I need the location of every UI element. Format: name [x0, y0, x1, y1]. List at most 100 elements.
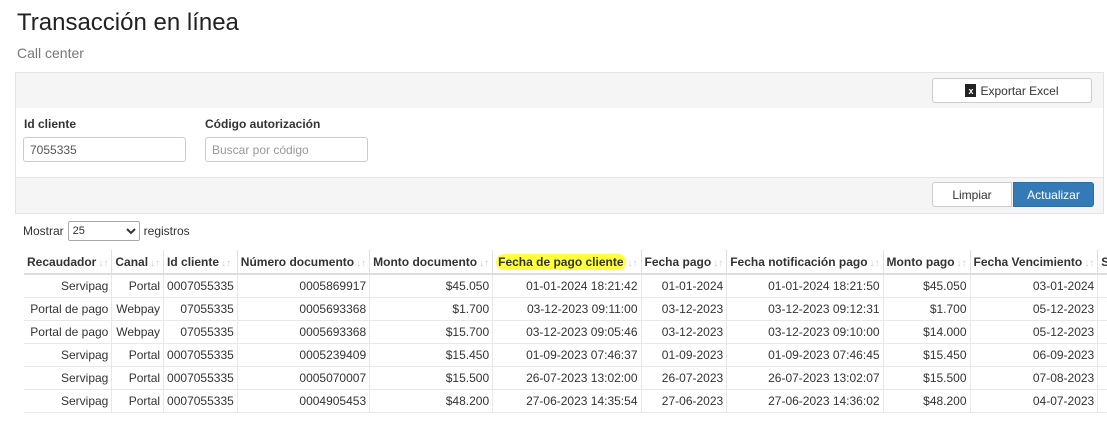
- table-cell: 03-01-2024: [970, 274, 1099, 298]
- table-cell: $15.500: [883, 366, 971, 390]
- column-header-highlighted[interactable]: Fecha de pago cliente ↓↑: [492, 250, 642, 275]
- column-header-label: Id cliente: [167, 254, 220, 269]
- table-cell: 03-12-2023 09:12:31: [726, 297, 884, 321]
- table-cell: 0007055335: [163, 274, 238, 298]
- table-row: Portal de pago Webpay 07055335 0005693368 $1…: [24, 320, 1107, 344]
- table-cell: Portal: [111, 366, 165, 390]
- sort-icon: ↓↑: [150, 257, 161, 269]
- column-header[interactable]: Fecha notificación pago ↓↑: [726, 250, 884, 275]
- column-header-label: Monto pago: [886, 254, 955, 269]
- table-cell: [1097, 366, 1107, 390]
- table-cell: 26-07-2023: [641, 366, 728, 390]
- sort-icon: ↓↑: [221, 257, 232, 269]
- table-cell: 0005239409: [237, 343, 371, 367]
- table-cell: Portal de pago: [24, 320, 113, 344]
- export-excel-button[interactable]: x Exportar Excel: [932, 78, 1092, 103]
- table-cell: 05-12-2023: [970, 320, 1099, 344]
- table-cell: Portal de pago: [24, 297, 113, 321]
- table-row: Servipag Portal 0007055335 0005239409 $15.45…: [24, 343, 1107, 367]
- column-header-label: Recaudador: [27, 254, 97, 269]
- column-header[interactable]: Id cliente ↓↑: [163, 250, 238, 275]
- column-header[interactable]: S: [1097, 250, 1107, 275]
- table-cell: 0007055335: [163, 343, 238, 367]
- table-row: Portal de pago Webpay 07055335 0005693368 $1…: [24, 297, 1107, 321]
- table-cell: 06-09-2023: [970, 343, 1099, 367]
- table-cell: $15.700: [369, 320, 494, 344]
- table-cell: 01-09-2023: [641, 343, 728, 367]
- table-cell: 27-06-2023 14:35:54: [492, 389, 642, 413]
- table-cell: 01-01-2024: [641, 274, 728, 298]
- column-header[interactable]: Monto documento ↓↑: [369, 250, 494, 275]
- table-cell: $45.050: [883, 274, 971, 298]
- column-header[interactable]: Número documento ↓↑: [237, 250, 371, 275]
- table-cell: Webpay: [111, 320, 165, 344]
- table-cell: 03-12-2023: [641, 297, 728, 321]
- column-header-label: Fecha pago: [644, 254, 712, 269]
- table-cell: $45.050: [369, 274, 494, 298]
- export-excel-label: Exportar Excel: [980, 83, 1059, 98]
- column-header-label: Fecha Vencimiento: [973, 254, 1083, 269]
- table-cell: 05-12-2023: [970, 297, 1099, 321]
- table-cell: Servipag: [24, 274, 113, 298]
- table-cell: $14.000: [883, 320, 971, 344]
- table-cell: Webpay: [111, 297, 165, 321]
- table-cell: 0005869917: [237, 274, 371, 298]
- transactions-table: Recaudador ↓↑ Canal ↓↑ Id cliente ↓↑ Número…: [24, 250, 1107, 413]
- codigo-autorizacion-input[interactable]: [205, 137, 368, 162]
- codigo-autorizacion-label: Código autorización: [205, 117, 321, 131]
- table-cell: 01-09-2023 07:46:37: [492, 343, 642, 367]
- id-cliente-label: Id cliente: [24, 117, 77, 131]
- table-cell: 07-08-2023: [970, 366, 1099, 390]
- table-cell: Portal: [111, 343, 165, 367]
- page-title: Transacción en línea: [17, 9, 239, 36]
- table-cell: $48.200: [883, 389, 971, 413]
- sort-icon: ↓↑: [627, 257, 638, 269]
- refresh-button[interactable]: Actualizar: [1013, 182, 1094, 207]
- column-header[interactable]: Canal ↓↑: [111, 250, 165, 275]
- column-header[interactable]: Recaudador ↓↑: [24, 250, 113, 275]
- id-cliente-input[interactable]: [23, 137, 186, 162]
- table-cell: 03-12-2023: [641, 320, 728, 344]
- table-cell: [1097, 274, 1107, 298]
- table-cell: 03-12-2023 09:05:46: [492, 320, 642, 344]
- table-cell: [1097, 297, 1107, 321]
- table-cell: Servipag: [24, 343, 113, 367]
- table-cell: [1097, 389, 1107, 413]
- sort-icon: ↓↑: [956, 257, 967, 269]
- table-header-row: Recaudador ↓↑ Canal ↓↑ Id cliente ↓↑ Número…: [24, 250, 1107, 275]
- table-cell: 01-01-2024 18:21:50: [726, 274, 884, 298]
- clear-button[interactable]: Limpiar: [932, 182, 1012, 207]
- column-header-label: Fecha notificación pago: [730, 254, 868, 269]
- table-cell: 03-12-2023 09:11:00: [492, 297, 642, 321]
- table-cell: $15.450: [369, 343, 494, 367]
- table-cell: 27-06-2023: [641, 389, 728, 413]
- table-cell: 26-07-2023 13:02:07: [726, 366, 884, 390]
- column-header[interactable]: Fecha Vencimiento ↓↑: [970, 250, 1099, 275]
- table-row: Servipag Portal 0007055335 0005869917 $45.05…: [24, 274, 1107, 298]
- table-cell: 26-07-2023 13:02:00: [492, 366, 642, 390]
- table-cell: 01-01-2024 18:21:42: [492, 274, 642, 298]
- table-cell: 07055335: [163, 320, 238, 344]
- sort-icon: ↓↑: [869, 257, 880, 269]
- column-header-label: Fecha de pago cliente: [496, 253, 626, 270]
- table-cell: Portal: [111, 274, 165, 298]
- table-cell: 0004905453: [237, 389, 371, 413]
- table-cell: 03-12-2023 09:10:00: [726, 320, 884, 344]
- table-cell: 27-06-2023 14:36:02: [726, 389, 884, 413]
- page-length-prefix: Mostrar: [23, 224, 64, 238]
- table-cell: [1097, 320, 1107, 344]
- table-cell: 0007055335: [163, 366, 238, 390]
- column-header[interactable]: Fecha pago ↓↑: [641, 250, 728, 275]
- sort-icon: ↓↑: [356, 257, 367, 269]
- column-header[interactable]: Monto pago ↓↑: [883, 250, 971, 275]
- table-cell: 04-07-2023: [970, 389, 1099, 413]
- table-cell: 0007055335: [163, 389, 238, 413]
- table-cell: $1.700: [883, 297, 971, 321]
- table-cell: 01-09-2023 07:46:45: [726, 343, 884, 367]
- table-cell: 0005693368: [237, 320, 371, 344]
- page-length-select[interactable]: 25: [67, 221, 140, 241]
- column-header-label: Número documento: [240, 254, 355, 269]
- table-cell: Portal: [111, 389, 165, 413]
- sort-icon: ↓↑: [713, 257, 724, 269]
- table-cell: Servipag: [24, 366, 113, 390]
